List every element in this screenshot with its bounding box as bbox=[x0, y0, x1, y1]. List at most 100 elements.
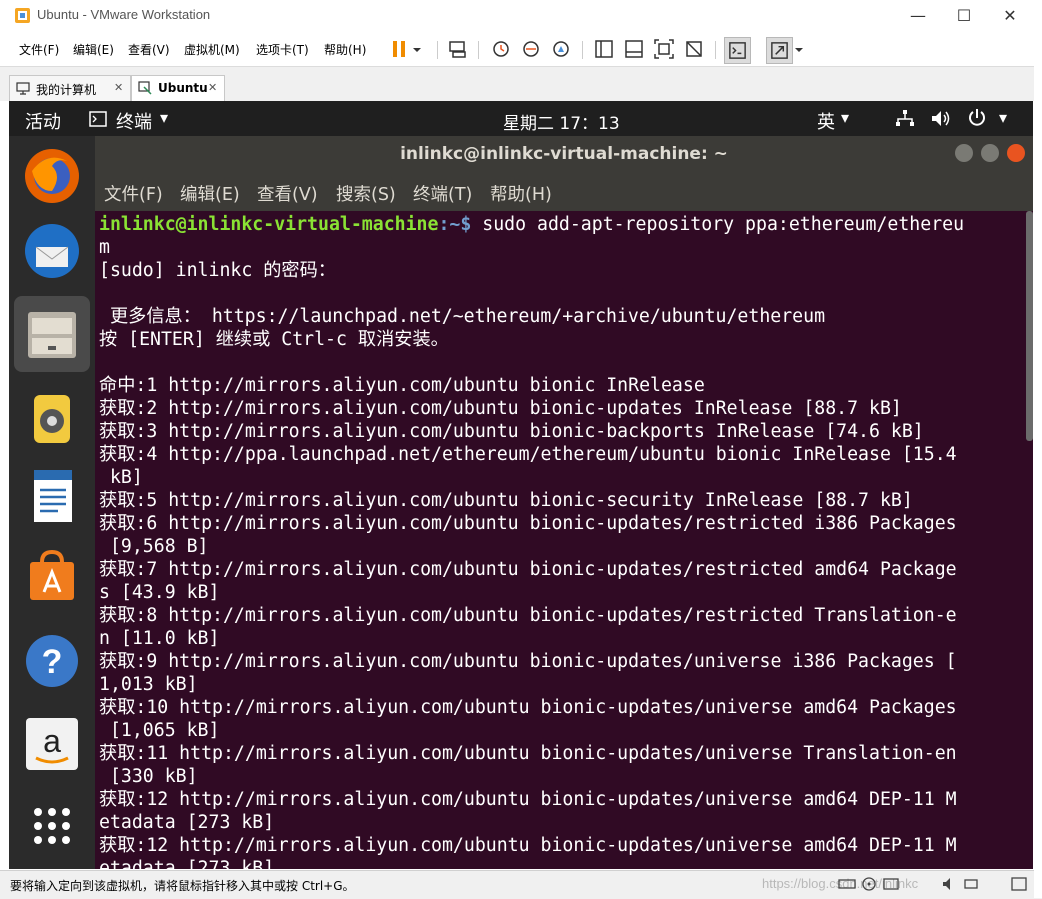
volume-icon[interactable] bbox=[930, 109, 952, 128]
terminal-line: 获取:12 http://mirrors.aliyun.com/ubuntu b… bbox=[99, 789, 957, 810]
computer-icon bbox=[16, 82, 30, 95]
sound-card-icon[interactable] bbox=[940, 876, 958, 892]
firefox-icon bbox=[25, 149, 79, 203]
show-library-icon[interactable] bbox=[593, 38, 615, 60]
toolbar-separator bbox=[478, 41, 479, 59]
message-log-icon[interactable] bbox=[1010, 876, 1028, 892]
send-ctrl-alt-del-icon[interactable] bbox=[447, 38, 469, 60]
tab-my-computer[interactable]: 我的计算机 ✕ bbox=[9, 75, 131, 102]
ubuntu-dock: 文件 ? bbox=[9, 136, 135, 869]
status-bar: 要将输入定向到该虚拟机，请将鼠标指针移入其中或按 Ctrl+G。 https:/… bbox=[0, 870, 1034, 899]
app-menu-label[interactable]: 终端 bbox=[116, 108, 152, 134]
dock-thunderbird[interactable] bbox=[22, 221, 82, 281]
vmware-window: Ubuntu - VMware Workstation — ☐ ✕ 文件(F) … bbox=[0, 0, 1035, 899]
dock-rhythmbox[interactable] bbox=[22, 389, 82, 449]
tab-label: Ubuntu bbox=[158, 81, 208, 95]
minimize-button[interactable]: — bbox=[895, 4, 941, 28]
terminal-line: s [43.9 kB] bbox=[99, 582, 220, 603]
menu-view[interactable]: 查看(V) bbox=[128, 41, 170, 58]
dock-files[interactable] bbox=[14, 296, 90, 372]
terminal-line: 获取:8 http://mirrors.aliyun.com/ubuntu bi… bbox=[99, 605, 957, 626]
show-thumbnails-icon[interactable] bbox=[623, 38, 645, 60]
dock-ubuntu-software[interactable] bbox=[22, 546, 82, 606]
dock-amazon[interactable]: a bbox=[22, 714, 82, 774]
files-icon bbox=[28, 312, 76, 358]
terminal-line: 获取:11 http://mirrors.aliyun.com/ubuntu b… bbox=[99, 743, 957, 764]
thunderbird-icon bbox=[25, 224, 79, 278]
terminal-window[interactable]: inlinkc@inlinkc-virtual-machine: ~ 文件(F)… bbox=[95, 136, 1033, 869]
terminal-line: [1,065 kB] bbox=[99, 720, 220, 741]
snapshot-manager-icon[interactable] bbox=[550, 38, 572, 60]
terminal-menu-search[interactable]: 搜索(S) bbox=[336, 181, 396, 206]
background-edge bbox=[1034, 0, 1042, 898]
stretch-dropdown-icon[interactable] bbox=[792, 38, 806, 60]
menu-help[interactable]: 帮助(H) bbox=[324, 41, 366, 58]
prompt-command: sudo add-apt-repository ppa:ethereum/eth… bbox=[471, 214, 965, 235]
terminal-menu-file[interactable]: 文件(F) bbox=[104, 181, 163, 206]
maximize-button[interactable]: ☐ bbox=[941, 4, 987, 28]
network-adapter-icon[interactable] bbox=[882, 876, 900, 892]
terminal-line: 获取:2 http://mirrors.aliyun.com/ubuntu bi… bbox=[99, 398, 902, 419]
power-icon[interactable] bbox=[967, 108, 987, 128]
snapshot-icon[interactable] bbox=[490, 38, 512, 60]
terminal-title: inlinkc@inlinkc-virtual-machine: ~ bbox=[400, 144, 728, 164]
ubuntu-guest-screen[interactable]: 活动 终端 ▾ 星期二 17：13 英 ▾ ▾ ? a inlinkc@inli… bbox=[9, 101, 1033, 869]
dock-firefox[interactable] bbox=[22, 146, 82, 206]
dock-help[interactable]: ? bbox=[22, 631, 82, 691]
prompt-user: inlinkc@inlinkc-virtual-machine bbox=[99, 214, 439, 235]
terminal-line: [sudo] inlinkc 的密码： bbox=[99, 260, 336, 281]
app-menu-arrow: ▾ bbox=[160, 108, 169, 127]
unity-mode-icon[interactable] bbox=[683, 38, 705, 60]
menu-file[interactable]: 文件(F) bbox=[19, 41, 59, 58]
menu-tabs[interactable]: 选项卡(T) bbox=[256, 41, 309, 58]
terminal-close-button[interactable] bbox=[1007, 144, 1025, 162]
pause-icon[interactable] bbox=[388, 38, 410, 60]
full-screen-icon[interactable] bbox=[653, 38, 675, 60]
dock-show-applications[interactable] bbox=[22, 796, 82, 856]
tab-ubuntu[interactable]: Ubuntu ✕ bbox=[131, 75, 225, 102]
terminal-line: 按 [ENTER] 继续或 Ctrl-c 取消安装。 bbox=[99, 329, 449, 350]
svg-text:?: ? bbox=[42, 643, 63, 681]
terminal-prompt-line: inlinkc@inlinkc-virtual-machine:~$ sudo … bbox=[99, 213, 964, 236]
tab-close-icon[interactable]: ✕ bbox=[208, 81, 217, 94]
terminal-line: 更多信息： https://launchpad.net/~ethereum/+a… bbox=[99, 306, 826, 327]
terminal-line: 获取:5 http://mirrors.aliyun.com/ubuntu bi… bbox=[99, 490, 913, 511]
close-button[interactable]: ✕ bbox=[987, 4, 1033, 28]
terminal-menu-help[interactable]: 帮助(H) bbox=[490, 181, 552, 206]
stretch-icon bbox=[771, 42, 788, 59]
input-method-arrow: ▾ bbox=[841, 108, 850, 127]
terminal-line: etadata [273 kB] bbox=[99, 858, 275, 869]
terminal-output[interactable]: inlinkc@inlinkc-virtual-machine:~$ sudo … bbox=[95, 211, 1033, 869]
network-icon[interactable] bbox=[895, 109, 915, 128]
menu-vm[interactable]: 虚拟机(M) bbox=[184, 41, 240, 58]
stretch-view-button[interactable] bbox=[766, 37, 793, 64]
dock-libreoffice-writer[interactable] bbox=[22, 466, 82, 526]
input-method[interactable]: 英 bbox=[817, 108, 835, 134]
console-view-button[interactable] bbox=[724, 37, 751, 64]
terminal-maximize-button[interactable] bbox=[981, 144, 999, 162]
app-grid-icon bbox=[34, 808, 70, 844]
terminal-line: [9,568 B] bbox=[99, 536, 209, 557]
terminal-scrollbar[interactable] bbox=[1026, 211, 1033, 441]
terminal-line: 命中:1 http://mirrors.aliyun.com/ubuntu bi… bbox=[99, 375, 705, 396]
hard-disk-icon[interactable] bbox=[838, 876, 856, 892]
terminal-menu-edit[interactable]: 编辑(E) bbox=[180, 181, 240, 206]
terminal-menu-terminal[interactable]: 终端(T) bbox=[413, 181, 472, 206]
revert-snapshot-icon[interactable] bbox=[520, 38, 542, 60]
cd-dvd-icon[interactable] bbox=[860, 876, 878, 892]
menu-edit[interactable]: 编辑(E) bbox=[73, 41, 114, 58]
terminal-minimize-button[interactable] bbox=[955, 144, 973, 162]
rhythmbox-icon bbox=[34, 395, 70, 443]
window-title: Ubuntu - VMware Workstation bbox=[37, 7, 211, 22]
power-dropdown-icon[interactable] bbox=[410, 38, 424, 60]
terminal-menu-view[interactable]: 查看(V) bbox=[257, 181, 318, 206]
tab-close-icon[interactable]: ✕ bbox=[114, 81, 123, 94]
usb-icon[interactable] bbox=[962, 876, 980, 892]
clock[interactable]: 星期二 17：13 bbox=[503, 109, 620, 134]
activities-button[interactable]: 活动 bbox=[25, 108, 61, 134]
prompt-path: :~$ bbox=[438, 214, 472, 235]
gnome-top-bar: 活动 终端 ▾ 星期二 17：13 英 ▾ ▾ bbox=[9, 101, 1033, 136]
amazon-icon: a bbox=[26, 718, 78, 770]
terminal-line: 获取:6 http://mirrors.aliyun.com/ubuntu bi… bbox=[99, 513, 957, 534]
status-text: 要将输入定向到该虚拟机，请将鼠标指针移入其中或按 Ctrl+G。 bbox=[10, 879, 355, 893]
